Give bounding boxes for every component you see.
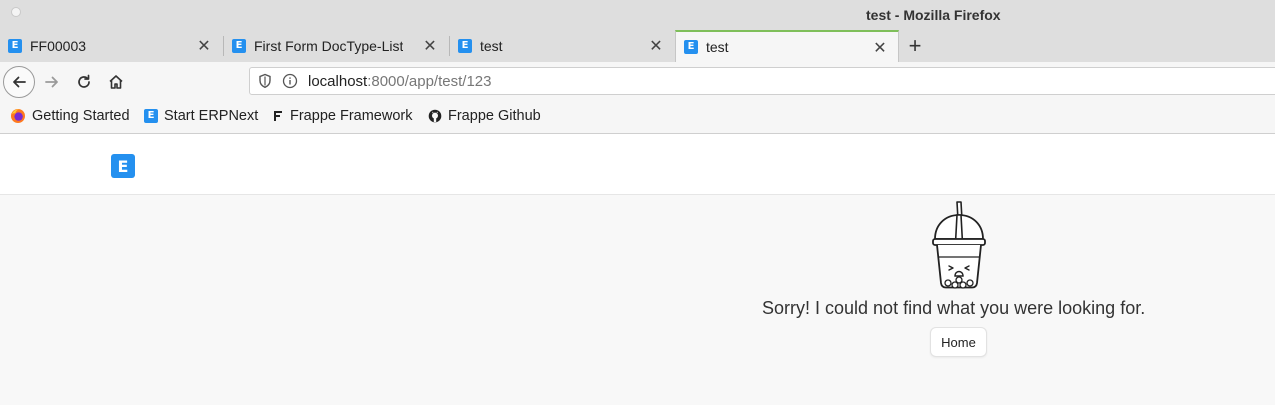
bubble-tea-illustration-icon [932, 201, 986, 289]
info-icon[interactable] [282, 73, 298, 89]
erpnext-favicon-icon: E [8, 39, 22, 53]
bookmark-getting-started[interactable]: Getting Started [10, 108, 130, 124]
home-button[interactable]: Home [930, 327, 987, 357]
erpnext-favicon-icon: E [458, 39, 472, 53]
back-button[interactable] [3, 66, 35, 98]
new-tab-button[interactable]: + [905, 30, 925, 62]
reload-icon [78, 74, 90, 88]
close-icon[interactable]: ✕ [872, 38, 888, 58]
url-path: :8000/app/test/123 [367, 72, 492, 90]
tab-label: First Form DocType-List [254, 38, 404, 54]
arrow-left-icon [13, 76, 26, 88]
app-navbar: E [0, 134, 1275, 195]
close-icon[interactable]: ✕ [648, 36, 664, 56]
address-bar[interactable]: localhost:8000/app/test/123 [249, 67, 1275, 95]
url-text[interactable]: localhost:8000/app/test/123 [308, 73, 491, 90]
close-icon[interactable]: ✕ [422, 36, 438, 56]
erpnext-favicon-icon: E [232, 39, 246, 53]
bookmark-label: Frappe Github [448, 108, 541, 124]
forward-button[interactable] [36, 66, 68, 98]
url-host: localhost [308, 72, 368, 90]
tab-test[interactable]: E test ✕ [450, 30, 674, 62]
close-icon[interactable]: ✕ [196, 36, 212, 56]
tab-ff00003[interactable]: E FF00003 ✕ [0, 30, 222, 62]
bookmark-start-erpnext[interactable]: E Start ERPNext [144, 108, 258, 124]
tab-strip: E FF00003 ✕ E First Form DocType-List ✕ … [0, 30, 1275, 62]
firefox-icon [11, 109, 25, 123]
tab-test-active[interactable]: E test ✕ [675, 30, 899, 62]
not-found-message: Sorry! I could not find what you were lo… [762, 298, 1146, 318]
window-menu-dot[interactable] [11, 7, 21, 17]
tab-label: FF00003 [30, 38, 87, 54]
bookmark-frappe-framework[interactable]: Frappe Framework [272, 108, 412, 124]
tab-first-form-doctype-list[interactable]: E First Form DocType-List ✕ [224, 30, 448, 62]
erpnext-favicon-icon: E [684, 40, 698, 54]
page-content: Sorry! I could not find what you were lo… [0, 195, 1275, 405]
bookmark-label: Frappe Framework [290, 108, 413, 124]
bookmark-label: Start ERPNext [164, 108, 259, 124]
bookmark-frappe-github[interactable]: Frappe Github [428, 108, 541, 124]
window-title: test - Mozilla Firefox [866, 7, 1001, 23]
bookmarks-toolbar: Getting Started E Start ERPNext Frappe F… [0, 102, 1275, 134]
erpnext-icon: E [144, 109, 158, 123]
shield-icon[interactable] [258, 73, 272, 89]
arrow-right-icon [45, 76, 58, 88]
reload-button[interactable] [68, 66, 100, 98]
github-icon [428, 109, 442, 123]
frappe-icon [274, 111, 282, 121]
tab-label: test [480, 38, 503, 54]
bookmark-label: Getting Started [32, 108, 130, 124]
home-toolbar-button[interactable] [100, 66, 132, 98]
tab-label: test [706, 39, 729, 55]
window-titlebar: test - Mozilla Firefox [0, 0, 1275, 30]
home-icon [109, 75, 123, 89]
navigation-toolbar: localhost:8000/app/test/123 [0, 62, 1275, 102]
app-logo[interactable]: E [111, 154, 135, 178]
